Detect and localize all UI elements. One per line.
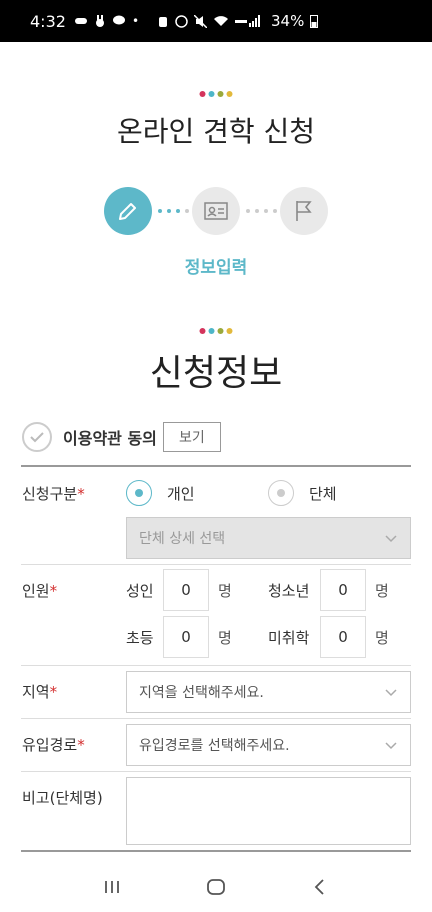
chevron-down-icon [385, 742, 397, 750]
section-title: 신청정보 [149, 353, 283, 394]
terms-agreement-row: 이용약관 동의 보기 [22, 422, 221, 452]
dot-yellow [226, 91, 233, 97]
radio-selected-dot [135, 489, 143, 497]
radio-individual-label: 개인 [167, 485, 195, 503]
rabbit-icon [95, 15, 104, 27]
back-button[interactable] [300, 867, 340, 907]
pencil-icon [119, 203, 136, 220]
battery-level: 34% [271, 12, 305, 30]
youth-unit: 명 [375, 582, 389, 600]
back-icon [314, 879, 324, 895]
terms-agree-checkbox[interactable] [22, 422, 52, 452]
region-label-text: 지역 [22, 683, 50, 701]
clock-icon [175, 14, 188, 28]
chevron-down-icon [385, 689, 397, 697]
required-mark: * [49, 683, 58, 701]
form-top-divider [21, 465, 411, 467]
recent-apps-icon [105, 881, 119, 893]
note-label: 비고(단체명) [22, 789, 103, 807]
page-title: 온라인 견학 신청 [116, 115, 316, 148]
group-detail-select[interactable]: 단체 상세 선택 [126, 517, 411, 559]
system-icons: 34% [157, 12, 319, 30]
form-bottom-divider [21, 850, 411, 852]
flag-icon [296, 201, 312, 221]
elementary-unit: 명 [218, 629, 232, 647]
system-navbar [0, 862, 432, 912]
radio-group-label: 단체 [309, 485, 337, 503]
step-confirm [192, 187, 240, 235]
terms-agree-label: 이용약관 동의 [63, 429, 157, 448]
required-mark: * [77, 736, 85, 754]
required-mark: * [77, 485, 85, 503]
step-info-input [104, 187, 152, 235]
region-label: 지역* [22, 681, 57, 702]
people-label-text: 인원 [22, 582, 50, 600]
region-placeholder: 지역을 선택해주세요. [139, 685, 264, 701]
home-icon [207, 879, 225, 895]
elementary-count-input[interactable]: 0 [163, 616, 209, 658]
adult-count-input[interactable]: 0 [163, 569, 209, 611]
battery-icon [310, 15, 319, 28]
dot-red [199, 328, 206, 334]
step-complete [280, 187, 328, 235]
link-icon [74, 18, 87, 24]
preschool-label: 미취학 [268, 629, 310, 647]
row-divider [21, 718, 411, 719]
chevron-down-icon [385, 535, 397, 543]
required-mark: * [49, 582, 58, 600]
step-connector-2 [246, 209, 277, 213]
note-textarea[interactable] [126, 777, 411, 845]
chat-icon [112, 15, 125, 25]
notification-icons: • [74, 14, 139, 28]
group-detail-placeholder: 단체 상세 선택 [139, 531, 226, 547]
radio-group[interactable] [268, 480, 294, 506]
check-icon [30, 432, 44, 443]
preschool-unit: 명 [375, 629, 389, 647]
wifi-icon [214, 16, 229, 26]
status-bar: 4:32 • 34% [0, 0, 432, 42]
row-divider [21, 564, 411, 565]
recent-apps-button[interactable] [92, 867, 132, 907]
current-step-label: 정보입력 [184, 258, 248, 278]
referral-label-text: 유입경로 [22, 736, 78, 754]
elementary-label: 초등 [126, 629, 154, 647]
preschool-count-input[interactable]: 0 [320, 616, 366, 658]
referral-placeholder: 유입경로를 선택해주세요. [139, 738, 290, 754]
section-dots [199, 328, 233, 334]
dot-olive [217, 328, 224, 334]
radio-unselected-dot [277, 489, 285, 497]
referral-label: 유입경로* [22, 734, 85, 755]
dot-red [199, 91, 206, 97]
region-select[interactable]: 지역을 선택해주세요. [126, 671, 411, 713]
step-connector-1 [158, 209, 189, 213]
home-button[interactable] [196, 867, 236, 907]
id-card-icon [204, 202, 228, 220]
youth-label: 청소년 [268, 582, 310, 600]
youth-count-input[interactable]: 0 [320, 569, 366, 611]
referral-select[interactable]: 유입경로를 선택해주세요. [126, 724, 411, 766]
row-divider [21, 771, 411, 772]
alarm-icon [159, 16, 168, 27]
adult-label: 성인 [126, 582, 154, 600]
radio-individual[interactable] [126, 480, 152, 506]
step-indicator [104, 187, 328, 235]
dot-yellow [226, 328, 233, 334]
status-time: 4:32 [30, 11, 66, 31]
mute-icon [194, 14, 208, 28]
dot-olive [217, 91, 224, 97]
view-terms-button[interactable]: 보기 [162, 422, 221, 452]
signal-icon [235, 15, 261, 27]
dot-teal [208, 328, 215, 334]
row-divider [21, 665, 411, 666]
people-label: 인원* [22, 580, 57, 601]
dot-icon: • [131, 14, 140, 28]
adult-unit: 명 [218, 582, 232, 600]
header-dots [199, 91, 233, 97]
type-label: 신청구분* [22, 483, 85, 504]
type-label-text: 신청구분 [22, 485, 78, 503]
dot-teal [208, 91, 215, 97]
